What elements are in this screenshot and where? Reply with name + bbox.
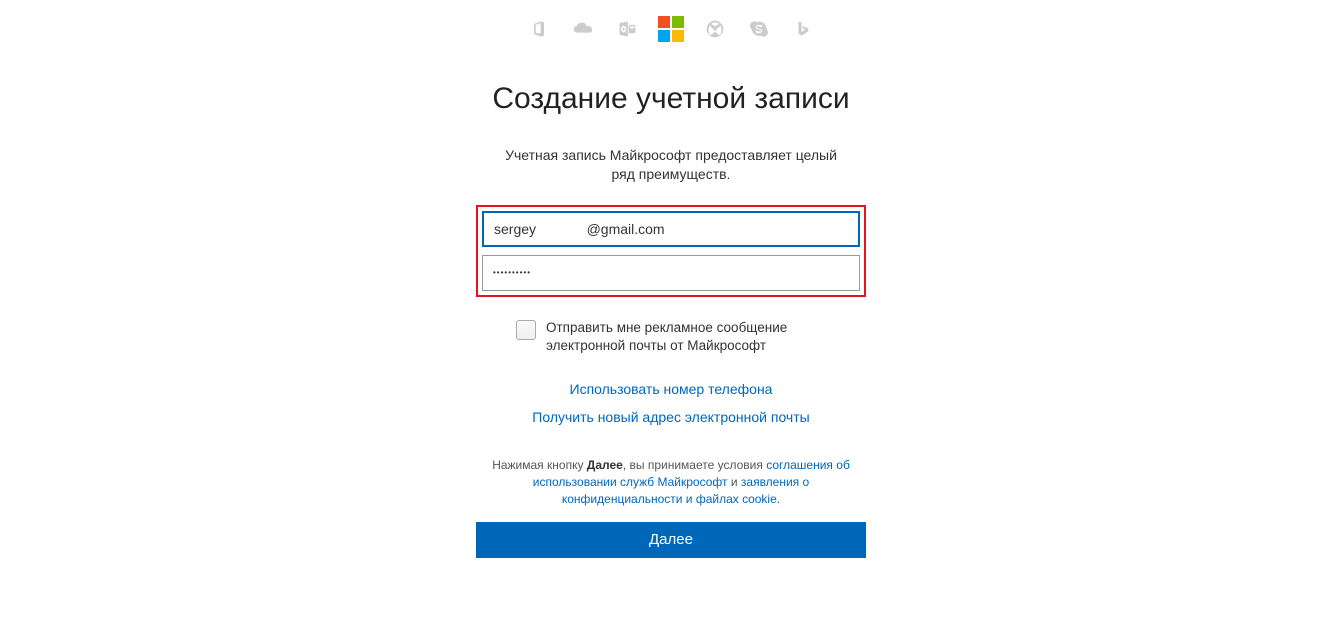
page-title: Создание учетной записи [476, 80, 866, 118]
onedrive-icon [572, 18, 594, 40]
legal-text: Нажимая кнопку Далее, вы принимаете усло… [476, 457, 866, 507]
input-highlight-box [476, 205, 866, 297]
page-subtitle: Учетная запись Майкрософт предоставляет … [501, 146, 841, 185]
promo-checkbox[interactable] [516, 320, 536, 340]
promo-checkbox-row: Отправить мне рекламное сообщение электр… [476, 319, 866, 355]
office-icon [528, 18, 550, 40]
service-icons-row [476, 18, 866, 40]
legal-next-bold: Далее [587, 458, 623, 472]
legal-mid2: и [728, 475, 741, 489]
legal-prefix: Нажимая кнопку [492, 458, 587, 472]
signup-container: Создание учетной записи Учетная запись М… [476, 18, 866, 629]
email-input[interactable] [482, 211, 860, 247]
xbox-icon [704, 18, 726, 40]
legal-end: . [777, 492, 780, 506]
outlook-icon [616, 18, 638, 40]
promo-checkbox-label: Отправить мне рекламное сообщение электр… [546, 319, 826, 355]
get-new-email-link[interactable]: Получить новый адрес электронной почты [476, 409, 866, 425]
password-input[interactable] [482, 255, 860, 291]
use-phone-link[interactable]: Использовать номер телефона [476, 381, 866, 397]
microsoft-logo-icon [660, 18, 682, 40]
skype-icon [748, 18, 770, 40]
next-button[interactable]: Далее [476, 522, 866, 558]
bing-icon [792, 18, 814, 40]
legal-mid1: , вы принимаете условия [623, 458, 766, 472]
